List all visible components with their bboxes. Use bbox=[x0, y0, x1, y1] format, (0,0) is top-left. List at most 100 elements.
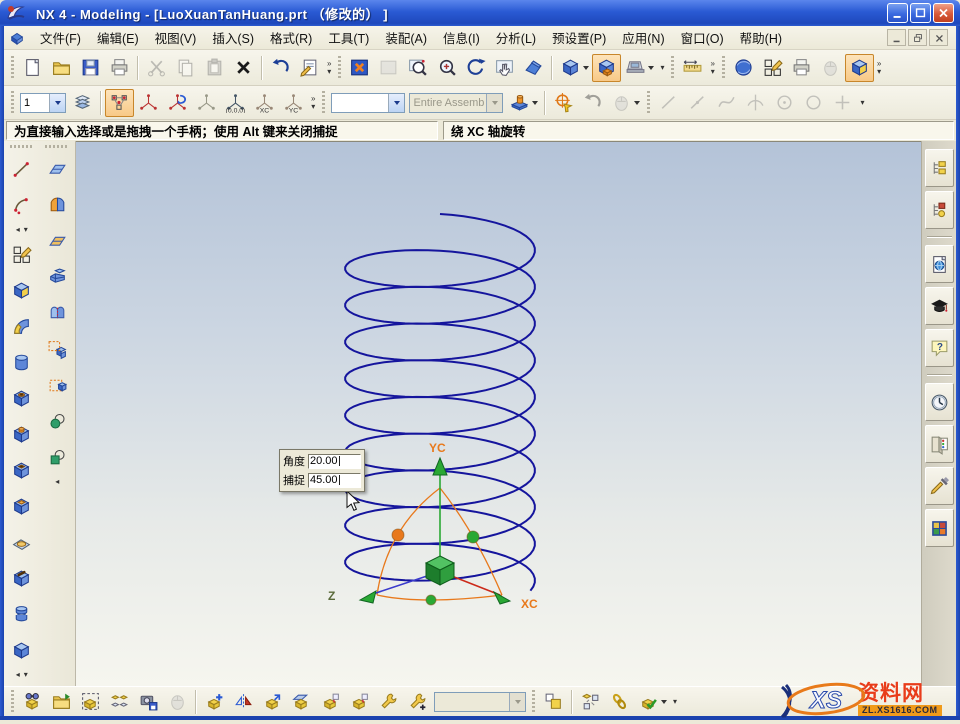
line-button[interactable] bbox=[5, 152, 38, 186]
graphics-viewport[interactable]: YCXCZ 角度20.00捕捉45.00 bbox=[76, 141, 921, 687]
toolbar-grip-handle[interactable] bbox=[11, 56, 14, 80]
arc-button[interactable] bbox=[5, 188, 38, 222]
line-tool-button[interactable] bbox=[654, 89, 683, 117]
scope-combo-dropdown-icon[interactable] bbox=[486, 94, 502, 112]
toolbar-overflow-button[interactable]: ▾ bbox=[670, 698, 680, 706]
select-components-button[interactable] bbox=[76, 688, 105, 716]
rotate-handle-yc[interactable] bbox=[426, 595, 436, 605]
boss-button[interactable] bbox=[5, 417, 38, 451]
toolbar-grip-handle[interactable] bbox=[10, 145, 34, 148]
menu-item-3[interactable]: 视图(V) bbox=[147, 25, 205, 50]
snapshot-button[interactable] bbox=[134, 688, 163, 716]
revolve-button[interactable] bbox=[5, 309, 38, 343]
update-display-button[interactable] bbox=[374, 54, 403, 82]
layer-combo[interactable]: 1 bbox=[20, 93, 66, 113]
cut-button[interactable] bbox=[142, 54, 171, 82]
toolbar-overflow-button[interactable]: ◂▾ bbox=[16, 668, 28, 681]
boolean-target-button[interactable] bbox=[41, 440, 74, 474]
snap-xc-button[interactable]: XC bbox=[250, 89, 279, 117]
interpart-links-button[interactable] bbox=[605, 688, 634, 716]
component-inactive-button[interactable] bbox=[163, 688, 192, 716]
samples-button[interactable] bbox=[925, 509, 954, 547]
display-mode-button-dropdown-icon[interactable] bbox=[583, 66, 589, 70]
create-in-work-button-dropdown-icon[interactable] bbox=[532, 101, 538, 105]
user-role-button[interactable] bbox=[729, 54, 758, 82]
angle-value-field[interactable]: 20.00 bbox=[308, 454, 361, 469]
clearance-check-button-dropdown-icon[interactable] bbox=[661, 700, 667, 704]
part-navigator-button[interactable] bbox=[925, 191, 954, 229]
delete-button[interactable] bbox=[229, 54, 258, 82]
pocket-button[interactable] bbox=[5, 453, 38, 487]
handle-point-button[interactable] bbox=[134, 89, 163, 117]
filter-reset-button[interactable] bbox=[578, 89, 607, 117]
toolbar-grip-handle[interactable] bbox=[45, 145, 69, 148]
toolbar-overflow-button[interactable]: ▾ bbox=[857, 99, 867, 107]
revolved-feature-button[interactable] bbox=[41, 188, 74, 222]
toolbar-overflow-button[interactable]: »▾ bbox=[308, 95, 318, 111]
menu-item-12[interactable]: 窗口(O) bbox=[673, 25, 732, 50]
toolbar-grip-handle[interactable] bbox=[647, 91, 650, 115]
rotate-handle-xc[interactable] bbox=[392, 529, 404, 541]
minimize-window-button[interactable] bbox=[887, 3, 908, 23]
arrangements-button[interactable] bbox=[539, 688, 568, 716]
layer-combo-dropdown-icon[interactable] bbox=[49, 94, 65, 112]
toolbar-grip-handle[interactable] bbox=[11, 91, 14, 115]
menu-item-6[interactable]: 工具(T) bbox=[320, 25, 377, 50]
origin-cube-handle[interactable] bbox=[426, 556, 454, 585]
menu-item-8[interactable]: 信息(I) bbox=[435, 25, 488, 50]
menu-item-13[interactable]: 帮助(H) bbox=[732, 25, 790, 50]
toolbar-grip-handle[interactable] bbox=[532, 690, 535, 714]
unite-button[interactable] bbox=[41, 296, 74, 330]
substitute-component-button[interactable] bbox=[345, 688, 374, 716]
zoom-area-button[interactable] bbox=[403, 54, 432, 82]
snap-options-button[interactable] bbox=[607, 89, 643, 117]
point-tool-button[interactable] bbox=[828, 89, 857, 117]
tutorials-button[interactable] bbox=[925, 287, 954, 325]
spline-tool-button[interactable] bbox=[712, 89, 741, 117]
mdi-restore-button[interactable] bbox=[908, 29, 927, 46]
toolbar-grip-handle[interactable] bbox=[671, 56, 674, 80]
menu-item-4[interactable]: 插入(S) bbox=[204, 25, 262, 50]
snap-options-button-dropdown-icon[interactable] bbox=[634, 101, 640, 105]
menu-item-11[interactable]: 应用(N) bbox=[614, 25, 672, 50]
find-component-button[interactable] bbox=[18, 688, 47, 716]
save-button[interactable] bbox=[76, 54, 105, 82]
toolbar-overflow-button[interactable]: »▾ bbox=[324, 60, 334, 76]
toolbar-overflow-button[interactable]: »▾ bbox=[707, 60, 717, 76]
component-pattern-button[interactable] bbox=[105, 688, 134, 716]
presentation-button[interactable] bbox=[621, 54, 657, 82]
hole-button[interactable] bbox=[5, 381, 38, 415]
zc-axis-arrow-cone[interactable] bbox=[360, 591, 376, 603]
copy-button[interactable] bbox=[171, 54, 200, 82]
explode-button[interactable] bbox=[576, 688, 605, 716]
circle-center-tool-button[interactable] bbox=[770, 89, 799, 117]
move-component-button[interactable] bbox=[258, 688, 287, 716]
datum-plane-button[interactable] bbox=[41, 152, 74, 186]
block-button[interactable] bbox=[5, 633, 38, 667]
intersect-button[interactable] bbox=[41, 368, 74, 402]
snap-value-field[interactable]: 45.00 bbox=[308, 473, 361, 488]
toolbar-overflow-button[interactable]: »▾ bbox=[874, 60, 884, 76]
slot-button[interactable] bbox=[5, 561, 38, 595]
wrench-a-button[interactable] bbox=[374, 688, 403, 716]
step-block-button[interactable] bbox=[41, 260, 74, 294]
tube-button[interactable] bbox=[5, 345, 38, 379]
sketch-button[interactable] bbox=[5, 237, 38, 271]
palettes-button[interactable] bbox=[925, 425, 954, 463]
mirror-assembly-button[interactable] bbox=[229, 688, 258, 716]
mdi-close-button[interactable] bbox=[929, 29, 948, 46]
toolbar-grip-handle[interactable] bbox=[722, 56, 725, 80]
yc-axis-arrow-cone[interactable] bbox=[433, 458, 447, 475]
menu-item-5[interactable]: 格式(R) bbox=[262, 25, 320, 50]
menu-item-2[interactable]: 编辑(E) bbox=[89, 25, 147, 50]
history-button[interactable] bbox=[925, 383, 954, 421]
perspective-button[interactable] bbox=[519, 54, 548, 82]
groove-button[interactable] bbox=[5, 597, 38, 631]
selection-filter-button[interactable] bbox=[549, 89, 578, 117]
undo-button[interactable] bbox=[266, 54, 295, 82]
open-component-button[interactable] bbox=[47, 688, 76, 716]
rotate-handle-zc[interactable] bbox=[467, 531, 479, 543]
print-button[interactable] bbox=[105, 54, 134, 82]
visual-effects-button[interactable] bbox=[845, 54, 874, 82]
create-in-work-button[interactable] bbox=[505, 89, 541, 117]
